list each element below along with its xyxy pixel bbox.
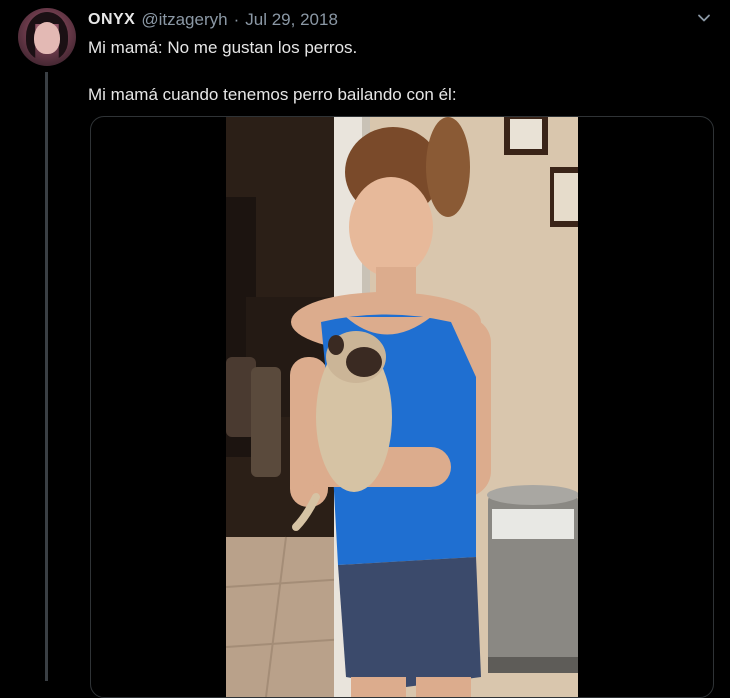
video-frame[interactable] — [226, 117, 578, 697]
author-handle[interactable]: @itzageryh — [141, 10, 227, 30]
separator-dot: · — [233, 10, 240, 29]
avatar[interactable] — [18, 8, 76, 66]
author-display-name[interactable]: ONYX — [88, 11, 135, 29]
avatar-face — [34, 22, 60, 54]
avatar-column — [18, 8, 78, 66]
tweet-header: ONYX @itzageryh · Jul 29, 2018 — [88, 9, 338, 31]
tweet-menu-button[interactable] — [694, 8, 714, 28]
tweet-date[interactable]: Jul 29, 2018 — [245, 10, 338, 30]
video-scene — [226, 117, 578, 697]
tweet-text-line-1: Mi mamá: No me gustan los perros. — [88, 38, 358, 57]
thread-line — [45, 72, 48, 681]
tweet-text-line-2: Mi mamá cuando tenemos perro bailando co… — [88, 85, 457, 104]
chevron-down-icon — [698, 14, 710, 22]
tweet-media[interactable] — [90, 116, 714, 698]
tweet[interactable]: ONYX @itzageryh · Jul 29, 2018 Mi mamá: … — [0, 0, 730, 698]
